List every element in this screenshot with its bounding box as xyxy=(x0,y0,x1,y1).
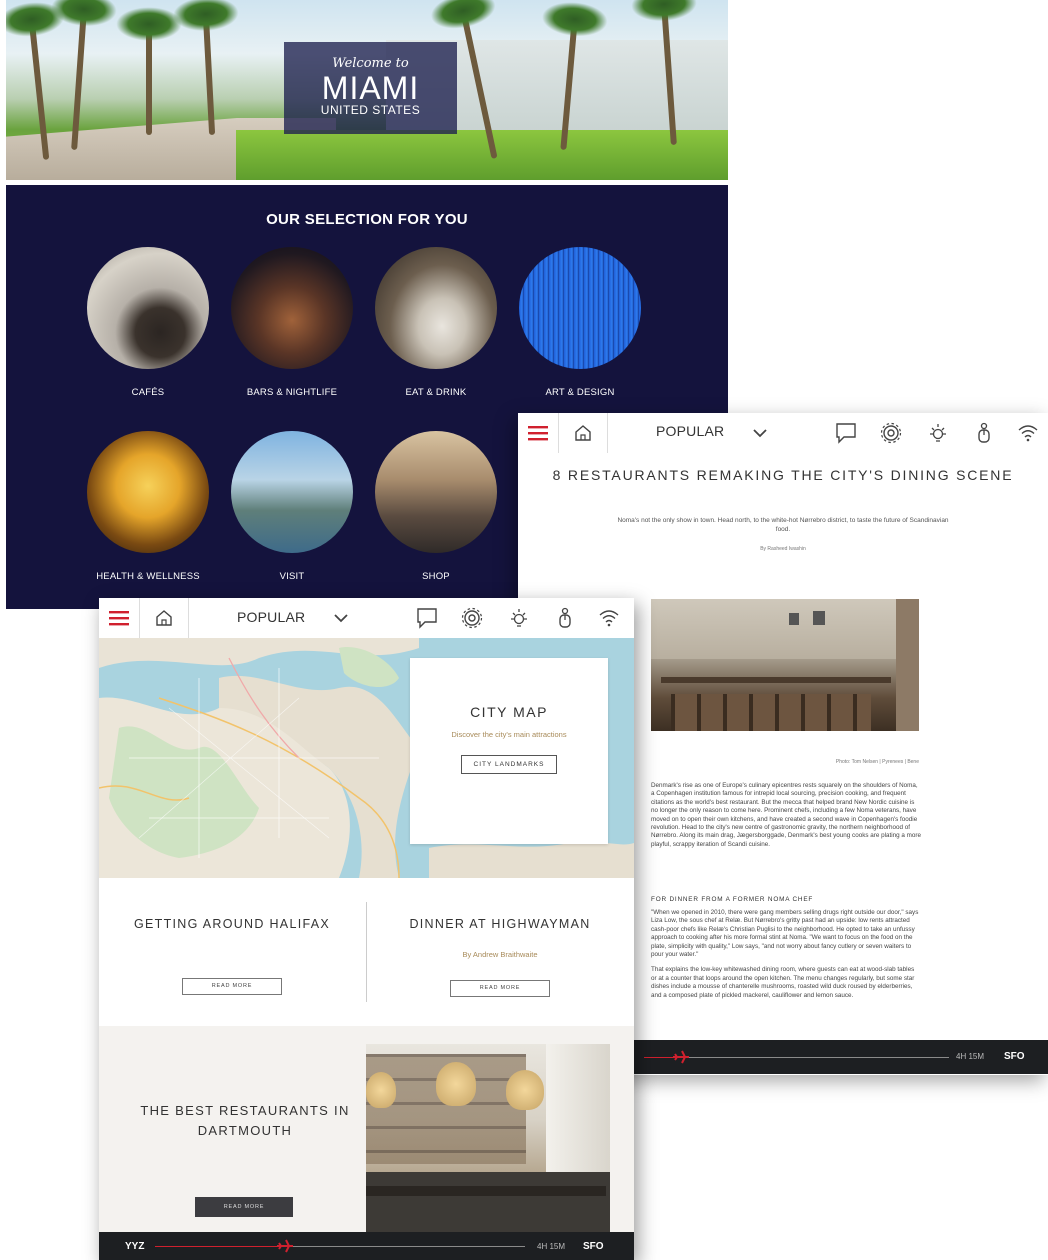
restaurant-photo xyxy=(375,247,497,369)
article-photo xyxy=(651,599,919,731)
category-art-design[interactable]: ART & DESIGN xyxy=(508,247,652,398)
read-more-button[interactable]: READ MORE xyxy=(450,980,550,997)
flight-progress-bar: YYZ 4H 15M SFO xyxy=(99,1232,634,1260)
category-label: ART & DESIGN xyxy=(545,387,615,398)
category-shop[interactable]: SHOP xyxy=(364,431,508,582)
popular-dropdown-label[interactable]: POPULAR xyxy=(237,609,305,625)
attendant-icon[interactable] xyxy=(554,607,576,629)
category-visit[interactable]: VISIT xyxy=(220,431,364,582)
category-cafes[interactable]: CAFÉS xyxy=(76,247,220,398)
chat-icon[interactable] xyxy=(835,422,857,444)
article-body: Denmark's rise as one of Europe's culina… xyxy=(651,782,921,856)
city-landmarks-button[interactable]: CITY LANDMARKS xyxy=(460,755,558,774)
flight-progress-bar: 4H 15M SFO xyxy=(634,1040,1048,1074)
settings-icon[interactable] xyxy=(880,422,902,444)
brightness-icon[interactable] xyxy=(508,607,530,629)
city-map-card: CITY MAP Discover the city's main attrac… xyxy=(410,658,608,844)
destination-code: SFO xyxy=(583,1241,604,1252)
article-byline: By Andrew Braithwaite xyxy=(462,950,538,959)
cafe-photo xyxy=(87,247,209,369)
article-dek: Noma's not the only show in town. Head n… xyxy=(617,517,949,533)
lawn xyxy=(236,130,728,180)
chevron-down-icon[interactable] xyxy=(749,422,771,444)
menu-icon[interactable] xyxy=(99,598,139,638)
street-photo xyxy=(375,431,497,553)
city-map-title: CITY MAP xyxy=(470,704,548,720)
miami-hero-banner: Welcome to MIAMI UNITED STATES xyxy=(6,0,728,180)
flight-duration: 4H 15M xyxy=(956,1052,985,1061)
category-label: HEALTH & WELLNESS xyxy=(96,571,200,582)
article-byline: By Rasheed Iwashin xyxy=(760,546,806,552)
article-paragraph: Denmark's rise as one of Europe's culina… xyxy=(651,782,922,848)
chat-icon[interactable] xyxy=(416,607,438,629)
category-bars-nightlife[interactable]: BARS & NIGHTLIFE xyxy=(220,247,364,398)
city-name: MIAMI xyxy=(321,70,420,106)
skyline-photo xyxy=(231,431,353,553)
category-eat-drink[interactable]: EAT & DRINK xyxy=(364,247,508,398)
welcome-card: Welcome to MIAMI UNITED STATES xyxy=(284,42,457,134)
wifi-icon[interactable] xyxy=(1017,422,1039,444)
article-paragraph: "When we opened in 2010, there were gang… xyxy=(651,909,919,959)
settings-icon[interactable] xyxy=(461,607,483,629)
promo-title: THE BEST RESTAURANTS IN DARTMOUTH xyxy=(140,1103,350,1138)
popular-dropdown-label[interactable]: POPULAR xyxy=(656,423,724,439)
category-label: VISIT xyxy=(279,571,305,582)
city-map[interactable]: CITY MAP Discover the city's main attrac… xyxy=(99,638,634,878)
category-label: EAT & DRINK xyxy=(405,387,467,398)
getting-around-title: GETTING AROUND HALIFAX xyxy=(134,917,330,931)
article-body: "When we opened in 2010, there were gang… xyxy=(651,909,921,1007)
restaurant-interior-photo xyxy=(366,1044,610,1232)
flight-duration: 4H 15M xyxy=(537,1242,566,1251)
dartmouth-promo[interactable]: THE BEST RESTAURANTS IN DARTMOUTH READ M… xyxy=(99,1026,634,1232)
chevron-down-icon[interactable] xyxy=(330,607,352,629)
palm-tree xyxy=(71,9,87,151)
home-icon[interactable] xyxy=(139,598,189,638)
top-toolbar: POPULAR xyxy=(518,413,1048,453)
read-more-button[interactable]: READ MORE xyxy=(182,978,282,995)
bar-photo xyxy=(231,247,353,369)
origin-code: YYZ xyxy=(125,1241,145,1252)
section-title: OUR SELECTION FOR YOU xyxy=(266,211,468,228)
wellness-photo xyxy=(87,431,209,553)
column-divider xyxy=(366,902,367,1002)
halifax-screen: POPULAR CITY MAP Discover the city's mai… xyxy=(99,598,634,1260)
category-label: SHOP xyxy=(422,571,450,582)
dinner-highwayman-title: DINNER AT HIGHWAYMAN xyxy=(409,917,591,931)
art-photo xyxy=(519,247,641,369)
airplane-icon xyxy=(672,1049,690,1070)
menu-icon[interactable] xyxy=(518,413,558,453)
welcome-text: Welcome to xyxy=(332,56,409,71)
article-paragraph: That explains the low-key whitewashed di… xyxy=(651,966,915,999)
photo-credit: Photo: Tom Nelsen | Pyrenees | Bene xyxy=(835,759,919,765)
article-title: 8 RESTAURANTS REMAKING THE CITY'S DINING… xyxy=(552,467,1014,483)
palm-tree xyxy=(116,7,182,135)
read-more-button[interactable]: READ MORE xyxy=(195,1197,293,1217)
home-icon[interactable] xyxy=(558,413,608,453)
attendant-icon[interactable] xyxy=(973,422,995,444)
category-label: CAFÉS xyxy=(131,387,165,398)
brightness-icon[interactable] xyxy=(927,422,949,444)
destination-code: SFO xyxy=(1004,1051,1025,1062)
category-label: BARS & NIGHTLIFE xyxy=(246,387,338,398)
palm-tree xyxy=(202,14,216,136)
airplane-icon xyxy=(276,1238,294,1259)
wifi-icon[interactable] xyxy=(598,607,620,629)
city-map-subtitle: Discover the city's main attractions xyxy=(451,730,567,739)
flight-track-completed xyxy=(155,1246,285,1247)
article-subheading: FOR DINNER FROM A FORMER NOMA CHEF xyxy=(651,896,814,903)
top-toolbar: POPULAR xyxy=(99,598,634,638)
country-name: UNITED STATES xyxy=(320,103,421,117)
category-health-wellness[interactable]: HEALTH & WELLNESS xyxy=(76,431,220,582)
